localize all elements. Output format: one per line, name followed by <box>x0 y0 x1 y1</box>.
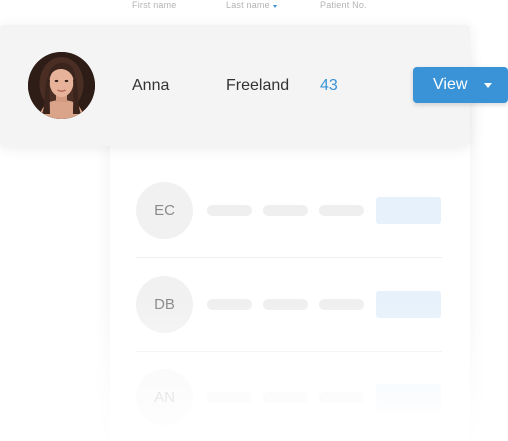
sort-caret-icon <box>272 4 277 8</box>
skeleton-bar <box>263 392 308 403</box>
skeleton-bar <box>207 299 252 310</box>
skeleton-bar <box>207 392 252 403</box>
row-divider <box>136 351 442 352</box>
skeleton-bar <box>263 299 308 310</box>
selected-patient-row[interactable]: Anna Freeland 43 <box>0 25 470 146</box>
initials-avatar: EC <box>136 182 193 239</box>
caret-down-icon <box>484 83 492 88</box>
row-divider <box>136 257 442 258</box>
placeholder-row: AN <box>136 369 442 429</box>
column-header-patient-no[interactable]: Patient No. <box>320 0 367 10</box>
skeleton-bar <box>207 205 252 216</box>
skeleton-button <box>376 384 441 411</box>
patient-avatar <box>28 52 95 119</box>
column-header-first-name[interactable]: First name <box>132 0 177 10</box>
patient-photo <box>28 52 95 119</box>
view-button-label: View <box>433 76 468 93</box>
skeleton-button <box>376 197 441 224</box>
column-header-last-name-label: Last name <box>226 0 270 10</box>
patient-first-name: Anna <box>132 77 170 94</box>
column-header-last-name[interactable]: Last name <box>226 0 277 10</box>
skeleton-bar <box>319 299 364 310</box>
skeleton-bar <box>319 205 364 216</box>
view-dropdown-button[interactable]: View <box>413 67 508 103</box>
skeleton-bar <box>319 392 364 403</box>
placeholder-row: DB <box>136 276 442 336</box>
column-headers: First name Last name Patient No. <box>0 0 508 16</box>
placeholder-row: EC <box>136 182 442 242</box>
skeleton-button <box>376 291 441 318</box>
patient-list-screen: First name Last name Patient No. EC DB A… <box>0 0 508 441</box>
patient-number: 43 <box>320 77 338 94</box>
initials-avatar: AN <box>136 369 193 426</box>
patient-last-name: Freeland <box>226 77 290 94</box>
initials-avatar: DB <box>136 276 193 333</box>
skeleton-bar <box>263 205 308 216</box>
